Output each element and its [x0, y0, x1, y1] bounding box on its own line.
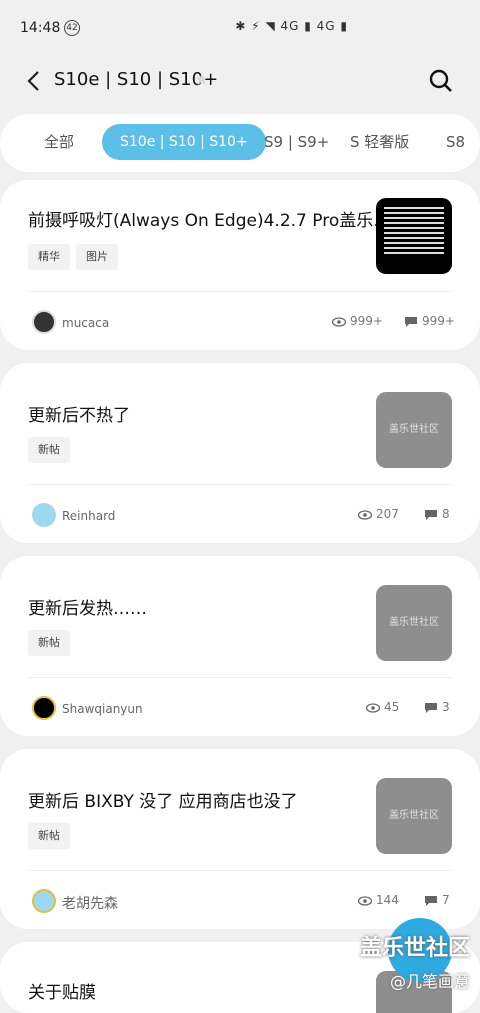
reply-count: 7 — [424, 893, 450, 907]
top-bar: S10e | S10 | S10+ ★ — [0, 56, 480, 106]
reply-count: 999+ — [404, 314, 455, 328]
eye-icon — [331, 316, 347, 327]
tab-all[interactable]: 全部 — [44, 124, 74, 160]
eye-icon — [357, 895, 373, 906]
post-title[interactable]: 前摄呼吸灯(Always On Edge)4.2.7 Pro盖乐… — [28, 206, 390, 231]
tab-s8[interactable]: S8 — [446, 124, 465, 160]
author-avatar[interactable] — [32, 696, 56, 720]
post-title[interactable]: 更新后 BIXBY 没了 应用商店也没了 — [28, 787, 298, 812]
tag-new: 新帖 — [28, 823, 70, 849]
comment-icon — [425, 509, 437, 520]
tag-new: 新帖 — [28, 630, 70, 656]
watermark-brand: 盖乐世社区 — [359, 936, 470, 961]
view-count: 144 — [357, 893, 399, 907]
tab-s10[interactable]: S10e | S10 | S10+ — [102, 124, 266, 160]
post-card[interactable]: 更新后发热…… 新帖 盖乐世社区 Shawqianyun 45 3 — [0, 556, 480, 736]
comment-icon — [425, 702, 437, 713]
post-thumbnail[interactable] — [376, 198, 452, 274]
search-icon — [429, 69, 452, 92]
view-count: 45 — [365, 700, 399, 714]
post-card[interactable]: 更新后 BIXBY 没了 应用商店也没了 新帖 盖乐世社区 老胡先森 144 7 — [0, 749, 480, 929]
post-title[interactable]: 更新后不热了 — [28, 401, 130, 426]
author-name[interactable]: mucaca — [62, 316, 109, 330]
watermark: 盖乐世社区 @几笔画意 — [360, 930, 470, 992]
tag-image: 图片 — [76, 244, 118, 270]
reply-count: 8 — [424, 507, 450, 521]
post-thumbnail[interactable]: 盖乐世社区 — [376, 585, 452, 661]
view-count: 999+ — [331, 314, 383, 328]
status-bar: 14:48 42 ✱ ⚡ ◥ 4G ▮ 4G ▮ — [0, 0, 480, 56]
post-thumbnail[interactable]: 盖乐世社区 — [376, 778, 452, 854]
post-thumbnail[interactable]: 盖乐世社区 — [376, 392, 452, 468]
reply-count: 3 — [424, 700, 450, 714]
favorite-star-icon[interactable]: ★ — [194, 70, 209, 90]
view-count: 207 — [357, 507, 399, 521]
eye-icon — [357, 509, 373, 520]
author-name[interactable]: 老胡先森 — [62, 893, 118, 913]
back-button[interactable] — [20, 64, 50, 98]
watermark-author: @几笔画意 — [389, 972, 470, 991]
post-card[interactable]: 更新后不热了 新帖 盖乐世社区 Reinhard 207 8 — [0, 363, 480, 543]
tab-s-lite[interactable]: S 轻奢版 — [350, 124, 409, 160]
status-time: 14:48 — [20, 20, 61, 36]
author-avatar[interactable] — [32, 889, 56, 913]
eye-icon — [365, 702, 381, 713]
notification-count-badge: 42 — [64, 20, 80, 36]
author-name[interactable]: Reinhard — [62, 509, 115, 523]
comment-icon — [425, 895, 437, 906]
tab-s9[interactable]: S9 | S9+ — [264, 124, 329, 160]
author-avatar[interactable] — [32, 310, 56, 334]
category-tabs: 全部 S10e | S10 | S10+ S9 | S9+ S 轻奢版 S8 — [0, 114, 480, 172]
comment-icon — [405, 316, 417, 327]
tag-featured: 精华 — [28, 244, 70, 270]
author-name[interactable]: Shawqianyun — [62, 702, 143, 716]
post-title[interactable]: 更新后发热…… — [28, 594, 147, 619]
search-button[interactable] — [424, 64, 458, 98]
post-title[interactable]: 关于贴膜 — [28, 978, 96, 1003]
status-icons: ✱ ⚡ ◥ 4G ▮ 4G ▮ — [235, 19, 348, 33]
back-arrow-icon — [27, 71, 39, 91]
post-card[interactable]: 前摄呼吸灯(Always On Edge)4.2.7 Pro盖乐… 精华 图片 … — [0, 180, 480, 350]
author-avatar[interactable] — [32, 503, 56, 527]
tag-new: 新帖 — [28, 437, 70, 463]
